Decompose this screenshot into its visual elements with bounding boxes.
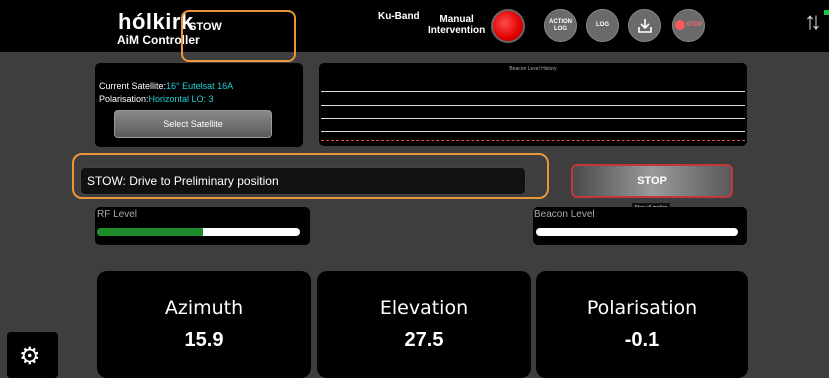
download-icon <box>637 18 652 33</box>
elevation-value: 27.5 <box>404 329 444 351</box>
signal-arrows-icon: ↑↓ <box>804 8 822 35</box>
select-satellite-button[interactable]: Select Satellite <box>114 110 272 138</box>
gear-icon: ⚙ <box>19 343 41 370</box>
log-button[interactable]: LOG <box>586 9 619 42</box>
polarisation-card: Polarisation -0.1 <box>536 271 748 378</box>
azimuth-label: Azimuth <box>164 297 244 319</box>
beacon-level-label: Beacon Level <box>534 209 595 220</box>
polarisation-line: Polarisation:Horizontal LO: 3 <box>99 94 214 104</box>
action-log-button[interactable]: ACTION LOG <box>544 9 577 42</box>
beacon-threshold-line <box>321 140 745 141</box>
rf-level-bar <box>97 228 300 236</box>
azimuth-card: Azimuth 15.9 <box>97 271 311 378</box>
highlight-box-mode <box>181 10 296 62</box>
chart-gridline <box>321 91 745 92</box>
download-button[interactable] <box>628 9 661 42</box>
status-indicator <box>824 10 829 15</box>
elevation-card: Elevation 27.5 <box>317 271 531 378</box>
current-satellite-line: Current Satellite:16° Eutelsat 16A <box>99 81 234 91</box>
stop-button[interactable]: STOP <box>571 164 733 198</box>
chart-gridline <box>321 131 745 132</box>
elevation-label: Elevation <box>379 297 469 319</box>
status-message: STOW: Drive to Preliminary position <box>80 167 526 195</box>
rf-level-fill <box>97 228 203 236</box>
stop-sign-icon: ⬢ <box>674 18 686 32</box>
manual-intervention-label: Manual Intervention <box>428 14 486 36</box>
polarisation-value: -0.1 <box>624 329 660 351</box>
chart-gridline <box>321 105 745 106</box>
beacon-history-title: Beacon Level History <box>509 66 557 72</box>
stop-header-button[interactable]: ⬢ STOP <box>672 9 705 42</box>
polarisation-label: Polarisation <box>586 297 698 319</box>
beacon-level-bar <box>536 228 738 236</box>
azimuth-value: 15.9 <box>184 329 224 351</box>
manual-intervention-button[interactable] <box>491 9 525 43</box>
band-label: Ku-Band <box>378 11 420 22</box>
chart-gridline <box>321 118 745 119</box>
rf-level-label: RF Level <box>97 209 138 220</box>
